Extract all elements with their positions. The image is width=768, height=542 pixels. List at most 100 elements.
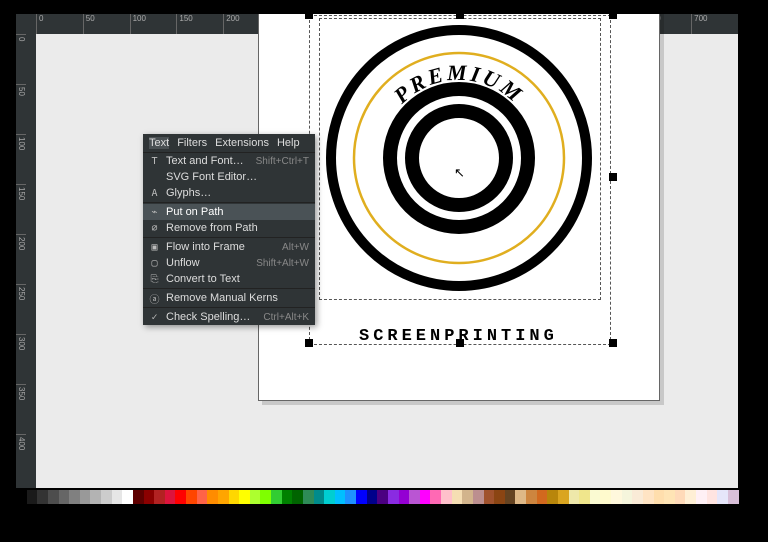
swatch[interactable]: [515, 490, 526, 504]
swatch[interactable]: [494, 490, 505, 504]
swatch[interactable]: [399, 490, 410, 504]
swatch[interactable]: [282, 490, 293, 504]
handle-tm[interactable]: [456, 14, 464, 19]
swatch[interactable]: [590, 490, 601, 504]
mi-label: Remove Manual Kerns: [166, 292, 309, 304]
swatch[interactable]: [537, 490, 548, 504]
swatch[interactable]: [90, 490, 101, 504]
swatch[interactable]: [569, 490, 580, 504]
swatch[interactable]: [122, 490, 133, 504]
swatch[interactable]: [314, 490, 325, 504]
swatch[interactable]: [16, 490, 27, 504]
swatch[interactable]: [207, 490, 218, 504]
swatch[interactable]: [473, 490, 484, 504]
mi-svg-font-editor[interactable]: SVG Font Editor…: [143, 169, 315, 185]
swatch[interactable]: [367, 490, 378, 504]
swatch[interactable]: [165, 490, 176, 504]
swatch[interactable]: [600, 490, 611, 504]
handle-tr[interactable]: [609, 14, 617, 19]
swatch[interactable]: [303, 490, 314, 504]
swatch[interactable]: [80, 490, 91, 504]
swatch[interactable]: [324, 490, 335, 504]
color-palette[interactable]: [16, 490, 738, 504]
swatch[interactable]: [558, 490, 569, 504]
handle-bl[interactable]: [305, 339, 313, 347]
mi-label: Convert to Text: [166, 273, 309, 285]
swatch[interactable]: [441, 490, 452, 504]
ruler-vertical[interactable]: 050100150200250300350400: [16, 34, 36, 488]
swatch[interactable]: [218, 490, 229, 504]
mi-text-and-font[interactable]: T Text and Font… Shift+Ctrl+T: [143, 153, 315, 169]
mi-remove-kerns[interactable]: ⓐ Remove Manual Kerns: [143, 290, 315, 306]
swatch[interactable]: [632, 490, 643, 504]
swatch[interactable]: [335, 490, 346, 504]
swatch[interactable]: [388, 490, 399, 504]
swatch[interactable]: [409, 490, 420, 504]
swatch[interactable]: [271, 490, 282, 504]
swatch[interactable]: [59, 490, 70, 504]
swatch[interactable]: [452, 490, 463, 504]
swatch[interactable]: [526, 490, 537, 504]
swatch[interactable]: [101, 490, 112, 504]
swatch[interactable]: [133, 490, 144, 504]
swatch[interactable]: [37, 490, 48, 504]
swatch[interactable]: [547, 490, 558, 504]
swatch[interactable]: [144, 490, 155, 504]
swatch[interactable]: [643, 490, 654, 504]
swatch[interactable]: [186, 490, 197, 504]
swatch[interactable]: [484, 490, 495, 504]
swatch[interactable]: [260, 490, 271, 504]
swatch[interactable]: [505, 490, 516, 504]
menu-filters[interactable]: Filters: [177, 137, 207, 149]
swatch[interactable]: [377, 490, 388, 504]
separator: [143, 288, 315, 289]
swatch[interactable]: [420, 490, 431, 504]
swatch[interactable]: [112, 490, 123, 504]
handle-mr[interactable]: [609, 173, 617, 181]
swatch[interactable]: [27, 490, 38, 504]
swatch[interactable]: [622, 490, 633, 504]
swatch[interactable]: [579, 490, 590, 504]
handle-tl[interactable]: [305, 14, 313, 19]
swatch[interactable]: [292, 490, 303, 504]
mi-remove-from-path[interactable]: ⌀ Remove from Path: [143, 220, 315, 236]
swatch[interactable]: [717, 490, 728, 504]
swatch[interactable]: [175, 490, 186, 504]
swatch[interactable]: [462, 490, 473, 504]
menu-help[interactable]: Help: [277, 137, 300, 149]
swatch[interactable]: [654, 490, 665, 504]
canvas[interactable]: PREMIUM SCREENPRINTING ↖: [36, 34, 738, 488]
swatch[interactable]: [48, 490, 59, 504]
swatch[interactable]: [239, 490, 250, 504]
mi-flow-into-frame[interactable]: ▣ Flow into Frame Alt+W: [143, 239, 315, 255]
swatch[interactable]: [685, 490, 696, 504]
handle-bm[interactable]: [456, 339, 464, 347]
swatch[interactable]: [675, 490, 686, 504]
mi-convert-to-text[interactable]: ⎘ Convert to Text: [143, 271, 315, 287]
mi-glyphs[interactable]: A Glyphs…: [143, 185, 315, 201]
swatch[interactable]: [250, 490, 261, 504]
swatch[interactable]: [664, 490, 675, 504]
mi-unflow[interactable]: ▢ Unflow Shift+Alt+W: [143, 255, 315, 271]
convert-icon: ⎘: [149, 274, 160, 285]
mi-check-spelling[interactable]: ✓ Check Spelling… Ctrl+Alt+K: [143, 309, 315, 325]
mi-put-on-path[interactable]: ⌁ Put on Path: [143, 204, 315, 220]
menu-extensions[interactable]: Extensions: [215, 137, 269, 149]
mi-label: Glyphs…: [166, 187, 309, 199]
remove-path-icon: ⌀: [149, 223, 160, 234]
swatch[interactable]: [611, 490, 622, 504]
swatch[interactable]: [154, 490, 165, 504]
separator: [143, 307, 315, 308]
swatch[interactable]: [197, 490, 208, 504]
menu-text[interactable]: Text: [149, 137, 169, 149]
swatch[interactable]: [707, 490, 718, 504]
separator: [143, 202, 315, 203]
swatch[interactable]: [229, 490, 240, 504]
handle-br[interactable]: [609, 339, 617, 347]
swatch[interactable]: [356, 490, 367, 504]
swatch[interactable]: [345, 490, 356, 504]
swatch[interactable]: [728, 490, 739, 504]
swatch[interactable]: [696, 490, 707, 504]
swatch[interactable]: [69, 490, 80, 504]
swatch[interactable]: [430, 490, 441, 504]
